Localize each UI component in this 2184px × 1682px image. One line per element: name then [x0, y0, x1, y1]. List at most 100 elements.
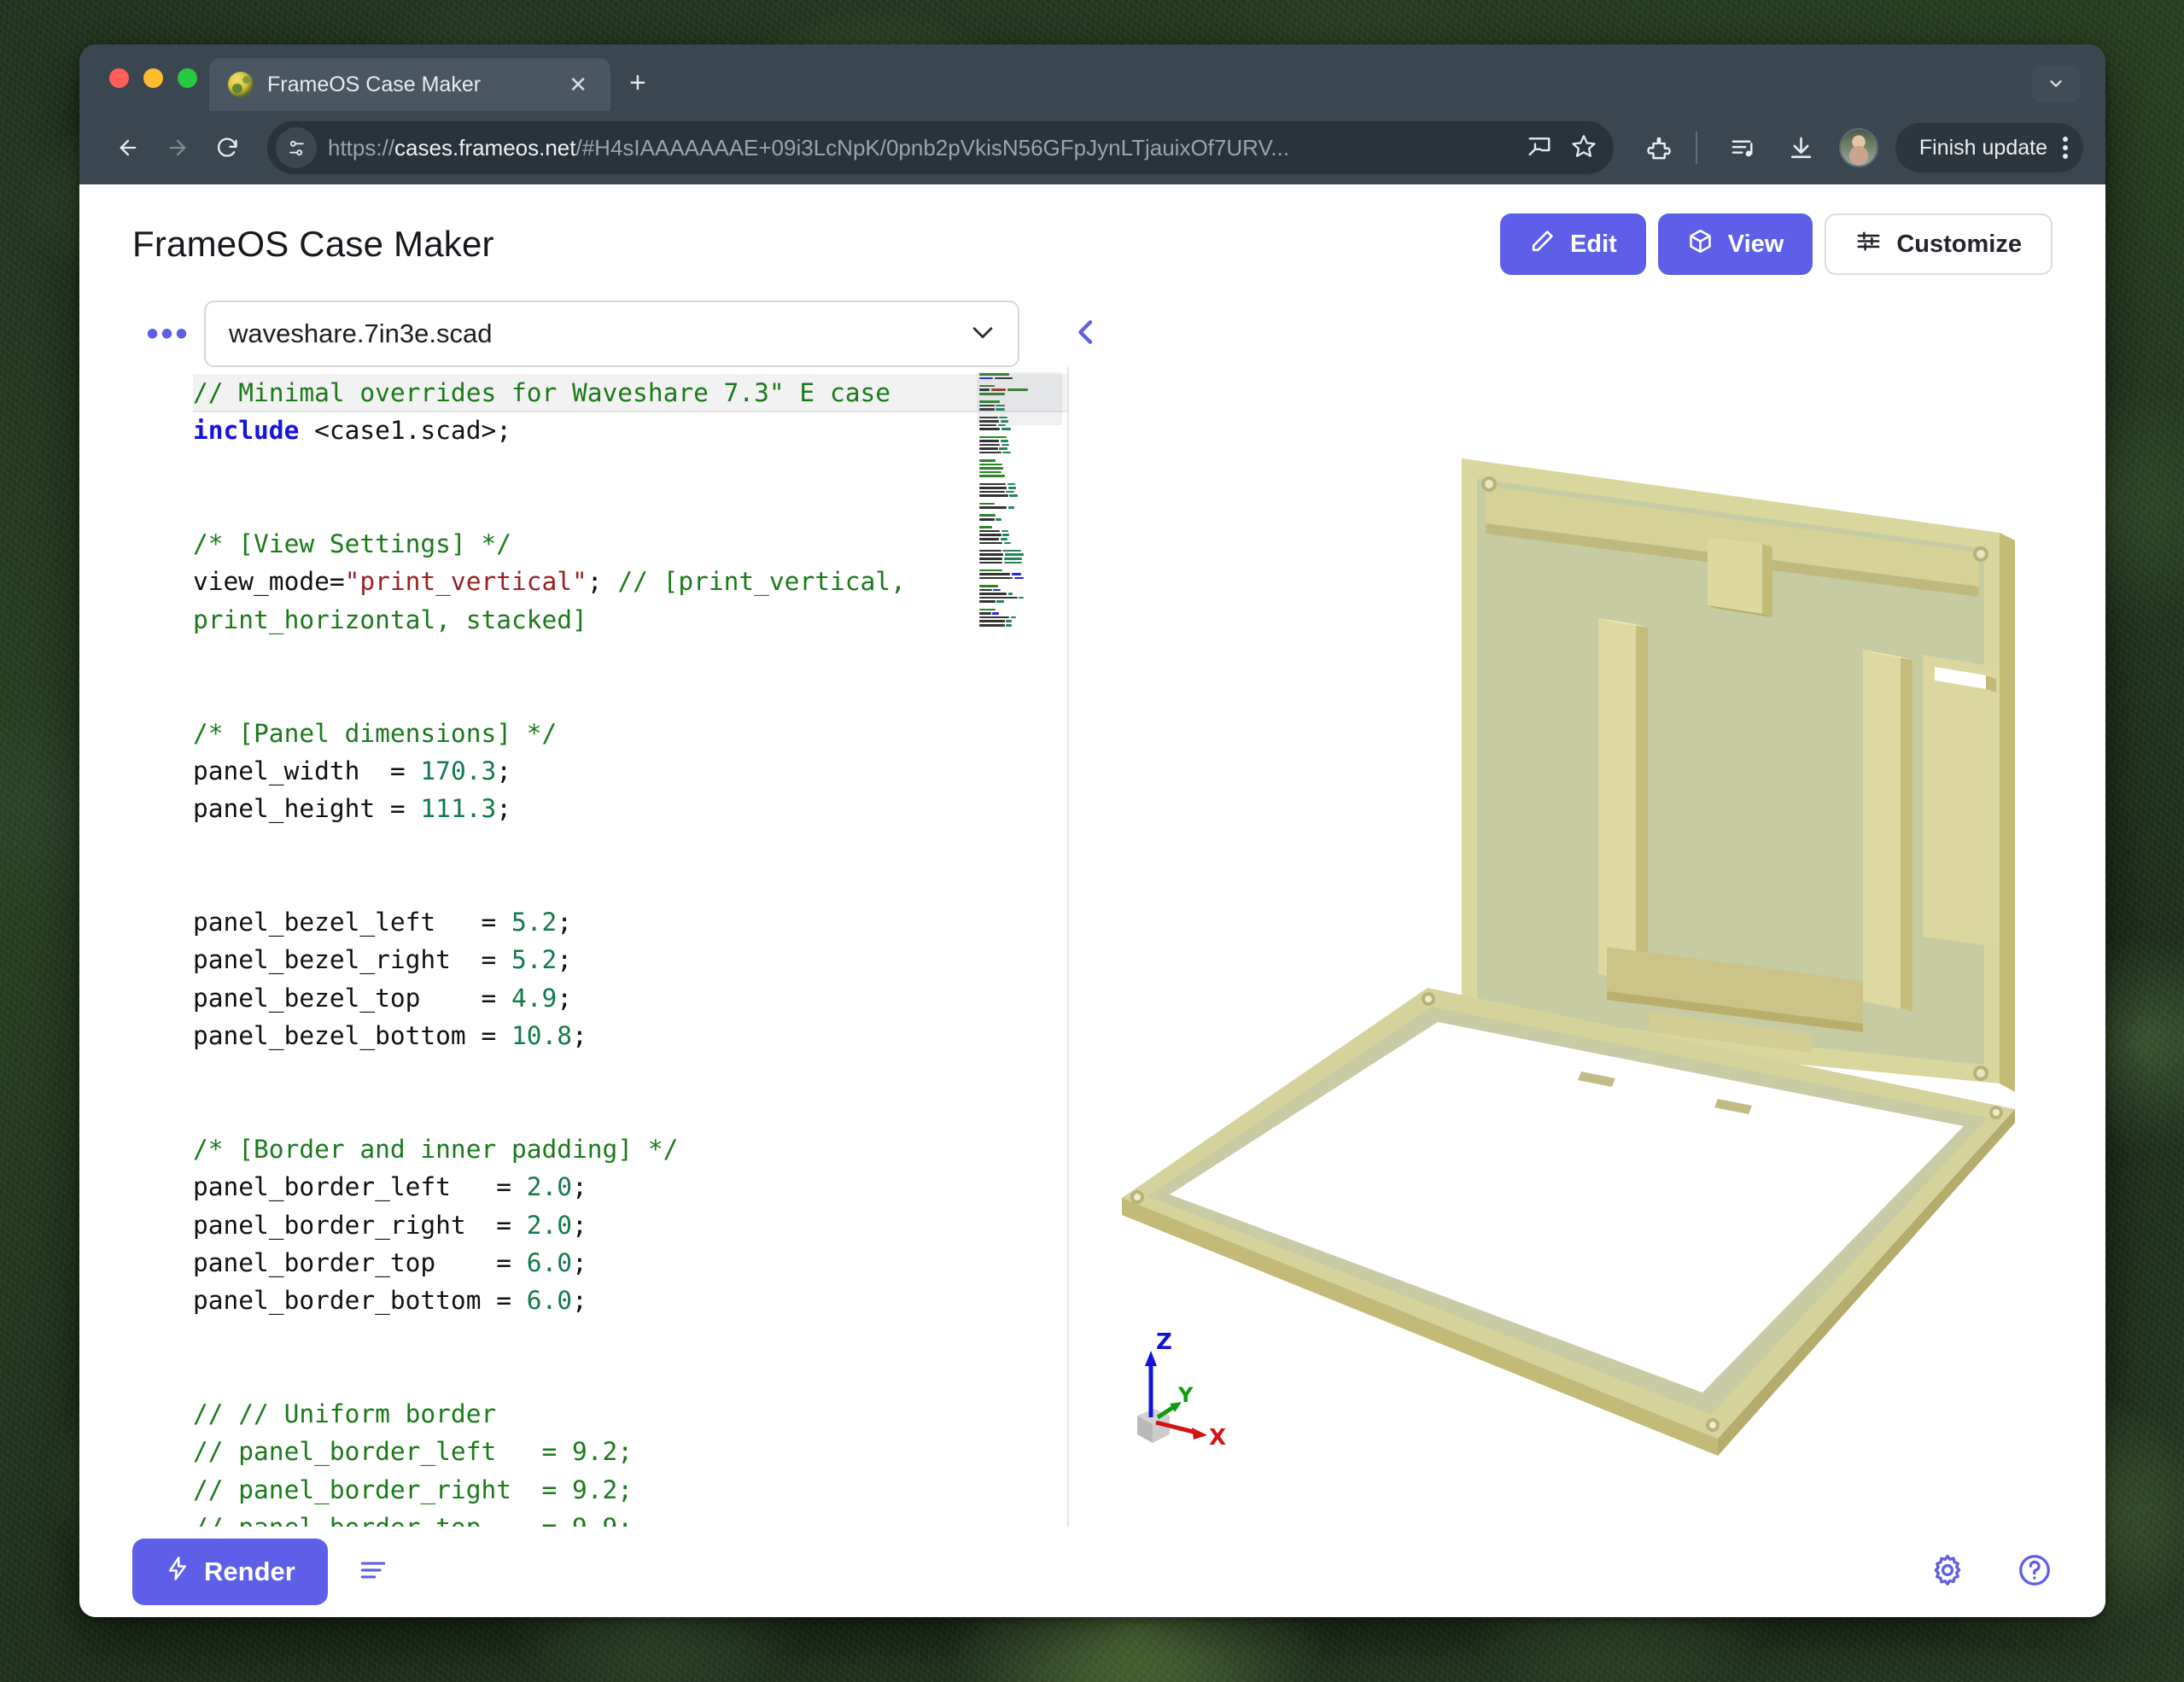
bottom-right-actions — [1930, 1552, 2053, 1592]
bottom-toolbar: Render — [79, 1527, 2105, 1617]
code-line[interactable]: panel_border_top = 6.0; — [193, 1244, 1067, 1282]
page-content: FrameOS Case Maker Edit View — [79, 184, 2105, 1617]
edit-button-label: Edit — [1570, 231, 1617, 259]
code-line[interactable] — [193, 828, 1067, 866]
code-line[interactable]: panel_width = 170.3; — [193, 752, 1067, 790]
code-line[interactable] — [193, 1093, 1067, 1130]
tab-title: FrameOS Case Maker — [267, 73, 546, 97]
code-line[interactable] — [193, 1319, 1067, 1357]
arrow-left-icon[interactable] — [103, 123, 153, 172]
code-line[interactable] — [193, 488, 1067, 525]
code-line[interactable]: // Minimal overrides for Waveshare 7.3" … — [193, 374, 1067, 412]
address-bar[interactable]: https://cases.frameos.net/#H4sIAAAAAAAE+… — [267, 121, 1614, 174]
omnibox-icons — [1511, 133, 1597, 163]
ellipsis-icon[interactable]: ••• — [132, 317, 204, 351]
header-actions: Edit View Customize — [1500, 213, 2053, 275]
frameos-globe-icon — [228, 72, 254, 97]
pencil-icon — [1529, 228, 1556, 261]
cube-icon — [1687, 228, 1714, 261]
url-text: https://cases.frameos.net/#H4sIAAAAAAAE+… — [328, 135, 1511, 161]
app-header: FrameOS Case Maker Edit View — [79, 184, 2105, 275]
gear-icon[interactable] — [1930, 1552, 1965, 1592]
code-line[interactable]: panel_bezel_left = 5.2; — [193, 903, 1067, 941]
edit-button[interactable]: Edit — [1500, 213, 1646, 275]
code-line[interactable]: panel_border_right = 2.0; — [193, 1206, 1067, 1244]
code-line[interactable]: panel_bezel_right = 5.2; — [193, 941, 1067, 978]
code-line[interactable]: // panel_border_top = 9.9; — [193, 1509, 1067, 1527]
code-line[interactable]: include <case1.scad>; — [193, 412, 1067, 449]
avatar[interactable] — [1839, 128, 1878, 167]
finish-update-button[interactable]: Finish update — [1895, 123, 2083, 172]
render-button[interactable]: Render — [132, 1539, 328, 1605]
code-line[interactable]: view_mode="print_vertical"; // [print_ve… — [193, 563, 1067, 600]
finish-update-label: Finish update — [1919, 136, 2047, 161]
file-selector-row: ••• waveshare.7in3e.scad — [132, 275, 2053, 367]
customize-button-label: Customize — [1896, 231, 2022, 259]
render-button-label: Render — [204, 1556, 295, 1587]
code-line[interactable] — [193, 676, 1067, 714]
axis-label-y: Y — [1177, 1383, 1194, 1407]
collapse-panel-button[interactable] — [1062, 310, 1110, 358]
chevron-down-icon — [968, 318, 997, 351]
code-line[interactable] — [193, 1054, 1067, 1092]
customize-button[interactable]: Customize — [1825, 213, 2053, 275]
model-viewport[interactable]: Z X Y — [1069, 367, 2105, 1527]
star-icon[interactable] — [1571, 133, 1597, 163]
puzzle-piece-icon[interactable] — [1636, 124, 1684, 172]
code-line[interactable] — [193, 1358, 1067, 1395]
maximize-window-button[interactable] — [178, 68, 197, 88]
code-line[interactable] — [193, 866, 1067, 903]
window-traffic-lights — [101, 44, 209, 111]
main-split: // Minimal overrides for Waveshare 7.3" … — [79, 367, 2105, 1527]
toolbar-right-icons: Finish update — [1626, 123, 2083, 172]
code-line[interactable]: /* [Panel dimensions] */ — [193, 715, 1067, 752]
axis-indicator: Z X Y — [1125, 1323, 1279, 1451]
format-code-button[interactable] — [357, 1554, 389, 1591]
code-line[interactable] — [193, 639, 1067, 676]
browser-tab[interactable]: FrameOS Case Maker ✕ — [209, 58, 610, 111]
code-line[interactable]: /* [View Settings] */ — [193, 525, 1067, 563]
code-line[interactable]: // panel_border_left = 9.2; — [193, 1433, 1067, 1470]
chevron-left-icon — [1069, 315, 1103, 353]
code-line[interactable]: /* [Border and inner padding] */ — [193, 1130, 1067, 1168]
lightning-bolt-icon — [165, 1556, 190, 1588]
arrow-right-icon — [153, 123, 202, 172]
chevron-down-icon[interactable] — [2032, 65, 2080, 102]
case-back-plate — [1462, 458, 2015, 1092]
close-window-button[interactable] — [109, 68, 129, 88]
axis-label-z: Z — [1156, 1329, 1172, 1355]
view-button[interactable]: View — [1658, 213, 1813, 275]
selected-file-label: waveshare.7in3e.scad — [229, 318, 492, 349]
axis-label-x: X — [1209, 1425, 1226, 1451]
page-title: FrameOS Case Maker — [132, 224, 494, 265]
code-line[interactable]: print_horizontal, stacked] — [193, 601, 1067, 639]
code-editor-pane[interactable]: // Minimal overrides for Waveshare 7.3" … — [79, 367, 1069, 1527]
code-line[interactable]: panel_height = 111.3; — [193, 790, 1067, 827]
question-circle-icon[interactable] — [2017, 1552, 2053, 1592]
browser-tab-strip: FrameOS Case Maker ✕ + — [79, 44, 2105, 111]
minimize-window-button[interactable] — [143, 68, 163, 88]
format-lines-icon — [357, 1575, 389, 1590]
download-icon[interactable] — [1778, 124, 1825, 172]
cast-icon[interactable] — [1527, 133, 1552, 163]
code-line[interactable]: // // Uniform border — [193, 1395, 1067, 1433]
code-line[interactable]: panel_bezel_top = 4.9; — [193, 979, 1067, 1017]
code-line[interactable]: panel_border_bottom = 6.0; — [193, 1282, 1067, 1319]
bottom-left-actions: Render — [132, 1539, 389, 1605]
browser-toolbar: https://cases.frameos.net/#H4sIAAAAAAAE+… — [79, 111, 2105, 184]
close-icon[interactable]: ✕ — [560, 68, 596, 101]
code-line[interactable]: panel_bezel_bottom = 10.8; — [193, 1017, 1067, 1054]
code-line[interactable] — [193, 450, 1067, 488]
plus-icon[interactable]: + — [629, 68, 646, 97]
reload-icon[interactable] — [202, 123, 252, 172]
media-playlist-icon[interactable] — [1720, 124, 1767, 172]
tune-page-info-icon[interactable] — [276, 127, 317, 168]
kebab-menu-icon[interactable] — [2063, 137, 2068, 159]
code-editor[interactable]: // Minimal overrides for Waveshare 7.3" … — [79, 367, 1067, 1527]
sliders-icon — [1855, 228, 1882, 261]
view-button-label: View — [1728, 231, 1784, 259]
file-select-dropdown[interactable]: waveshare.7in3e.scad — [204, 301, 1019, 367]
code-line[interactable]: panel_border_left = 2.0; — [193, 1168, 1067, 1206]
code-line[interactable]: // panel_border_right = 9.2; — [193, 1471, 1067, 1509]
browser-window: FrameOS Case Maker ✕ + https://cases.fr — [79, 44, 2105, 1617]
